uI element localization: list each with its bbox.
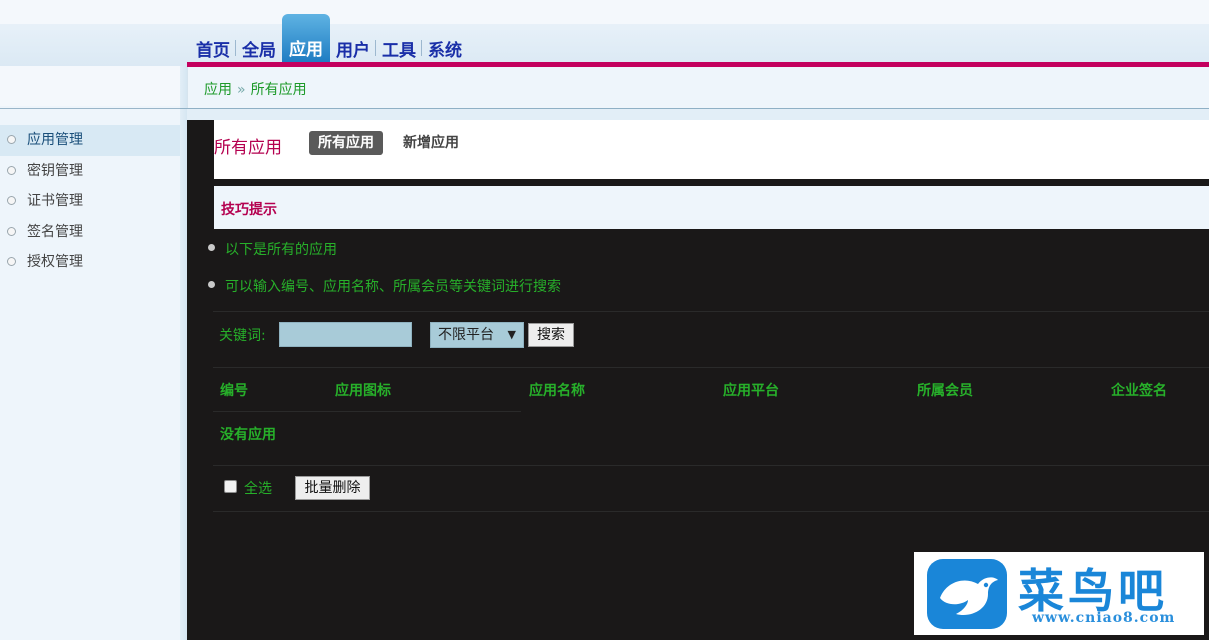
tip-text: 以下是所有的应用 [225, 242, 337, 258]
sidebar-menu: 应用管理 密钥管理 证书管理 签名管理 授权管理 [0, 125, 180, 278]
sidebar-item-app-management[interactable]: 应用管理 [0, 125, 180, 156]
column-header-platform: 应用平台 [723, 383, 779, 399]
breadcrumb-underlay [187, 109, 1209, 120]
sidebar-item-signature-management[interactable]: 签名管理 [0, 217, 180, 248]
sidebar-item-label: 授权管理 [27, 254, 83, 270]
nav-global[interactable]: 全局 [235, 30, 282, 66]
top-nav: 首页 全局 应用 用户 工具 系统 [190, 14, 468, 66]
circle-bullet-icon [7, 257, 16, 266]
tab-new-app[interactable]: 新增应用 [394, 131, 468, 155]
circle-bullet-icon [7, 135, 16, 144]
tip-item: 以下是所有的应用 [208, 239, 337, 259]
bird-logo-icon [927, 559, 1007, 629]
nav-apps[interactable]: 应用 [282, 14, 330, 66]
header-stripe [0, 0, 1209, 24]
watermark-logo: 菜鸟吧 www.cniao8.com [914, 552, 1204, 635]
nav-system[interactable]: 系统 [421, 30, 468, 66]
search-button[interactable]: 搜索 [528, 323, 574, 347]
dot-bullet-icon [208, 281, 215, 288]
divider [213, 511, 1209, 512]
sidebar-top [0, 66, 180, 106]
watermark-url: www.cniao8.com [1032, 610, 1176, 626]
dot-bullet-icon [208, 244, 215, 251]
platform-select[interactable]: 不限平台 ▼ [430, 322, 524, 348]
column-header-icon: 应用图标 [335, 383, 391, 399]
page-title: 所有应用 [214, 138, 282, 158]
divider [213, 367, 1209, 368]
tip-text: 可以输入编号、应用名称、所属会员等关键词进行搜索 [225, 279, 561, 295]
platform-select-value: 不限平台 [438, 327, 494, 343]
circle-bullet-icon [7, 226, 16, 236]
nav-home[interactable]: 首页 [190, 30, 236, 66]
divider [213, 411, 521, 412]
sidebar-divider [0, 108, 187, 109]
tips-header: 技巧提示 [214, 186, 1209, 229]
sidebar-item-authorization-management[interactable]: 授权管理 [0, 247, 180, 278]
breadcrumb-current: 所有应用 [250, 82, 307, 98]
circle-bullet-icon [7, 196, 16, 205]
tip-item: 可以输入编号、应用名称、所属会员等关键词进行搜索 [208, 276, 561, 296]
column-header-member: 所属会员 [917, 383, 973, 399]
select-all-checkbox[interactable] [224, 480, 237, 493]
top-header: 首页 全局 应用 用户 工具 系统 [0, 0, 1209, 66]
sidebar-item-label: 签名管理 [27, 223, 83, 240]
breadcrumb: 应用 » 所有应用 [204, 79, 307, 99]
sidebar-item-key-management[interactable]: 密钥管理 [0, 156, 180, 187]
breadcrumb-bar: 应用 » 所有应用 [187, 67, 1209, 109]
breadcrumb-root-link[interactable]: 应用 [204, 82, 232, 98]
sidebar: 应用管理 密钥管理 证书管理 签名管理 授权管理 [0, 66, 187, 640]
circle-bullet-icon [7, 165, 16, 175]
tab-all-apps[interactable]: 所有应用 [309, 131, 383, 155]
sidebar-edge [180, 66, 187, 640]
sidebar-item-certificate-management[interactable]: 证书管理 [0, 186, 180, 217]
bulk-delete-button[interactable]: 批量删除 [295, 476, 370, 500]
breadcrumb-separator: » [237, 82, 246, 98]
column-header-name: 应用名称 [529, 383, 585, 399]
tips-title: 技巧提示 [221, 202, 277, 218]
divider [213, 465, 1209, 466]
keyword-input[interactable] [279, 322, 412, 347]
column-header-id: 编号 [220, 383, 248, 399]
nav-users[interactable]: 用户 [330, 30, 376, 66]
column-header-enterprise-signature: 企业签名 [1111, 383, 1167, 399]
sidebar-item-label: 应用管理 [27, 132, 83, 148]
keyword-label: 关键词: [219, 328, 266, 344]
divider [213, 311, 1209, 312]
title-strip: 所有应用 所有应用 新增应用 [214, 120, 1209, 179]
sidebar-item-label: 密钥管理 [27, 162, 83, 179]
nav-tools[interactable]: 工具 [375, 30, 422, 66]
sidebar-item-label: 证书管理 [27, 193, 83, 209]
select-all-label[interactable]: 全选 [244, 478, 272, 498]
dropdown-arrow-icon: ▼ [507, 328, 516, 341]
empty-table-message: 没有应用 [220, 427, 276, 443]
